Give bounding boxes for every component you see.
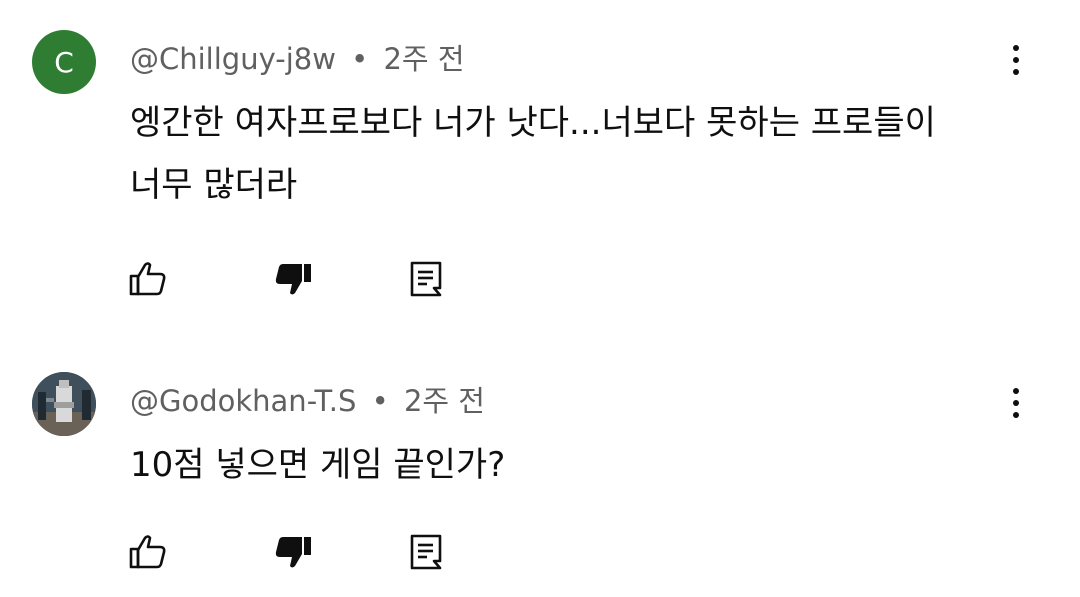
- comment-text: 10점 넣으면 게임 끝인가?: [130, 434, 1010, 496]
- more-vert-icon: [1013, 388, 1019, 394]
- like-icon: [129, 535, 166, 569]
- reply-button[interactable]: [404, 530, 448, 574]
- dislike-icon-filled: [275, 537, 311, 568]
- comment-text-line: 엥간한 여자프로보다 너가 낫다...너보다 못하는 프로들이: [130, 103, 936, 143]
- more-options-button[interactable]: [1000, 40, 1032, 80]
- separator-dot: •: [371, 384, 389, 418]
- author-handle[interactable]: @Chillguy-j8w: [130, 42, 336, 76]
- comment-time: 2주 전: [403, 384, 485, 418]
- comment-item: @Godokhan-T.S • 2주 전 10점 넣으면 게임 끝인가?: [0, 340, 1080, 597]
- dislike-button[interactable]: [272, 257, 316, 301]
- like-icon: [129, 262, 166, 296]
- avatar[interactable]: [32, 372, 96, 436]
- dislike-icon-filled: [275, 264, 311, 295]
- separator-dot: •: [351, 42, 369, 76]
- comment-text-line: 10점 넣으면 게임 끝인가?: [130, 445, 506, 485]
- avatar-photo: [32, 372, 96, 436]
- dislike-button[interactable]: [272, 530, 316, 574]
- reply-button[interactable]: [404, 257, 448, 301]
- avatar[interactable]: C: [32, 30, 96, 94]
- comment-meta: @Chillguy-j8w • 2주 전: [130, 36, 465, 78]
- more-options-button[interactable]: [1000, 383, 1032, 423]
- comment-time: 2주 전: [383, 42, 465, 76]
- comment-text: 엥간한 여자프로보다 너가 낫다...너보다 못하는 프로들이 너무 많더라: [130, 92, 1010, 216]
- comment-item: C @Chillguy-j8w • 2주 전 엥간한 여자프로보다 너가 낫다.…: [0, 0, 1080, 320]
- author-handle[interactable]: @Godokhan-T.S: [130, 384, 356, 418]
- comment-meta: @Godokhan-T.S • 2주 전: [130, 378, 485, 420]
- more-vert-icon: [1013, 45, 1019, 51]
- reply-icon: [410, 534, 442, 570]
- reply-icon: [410, 261, 442, 297]
- comment-text-line: 너무 많더라: [130, 165, 298, 205]
- like-button[interactable]: [126, 257, 170, 301]
- like-button[interactable]: [126, 530, 170, 574]
- avatar-letter: C: [54, 45, 74, 79]
